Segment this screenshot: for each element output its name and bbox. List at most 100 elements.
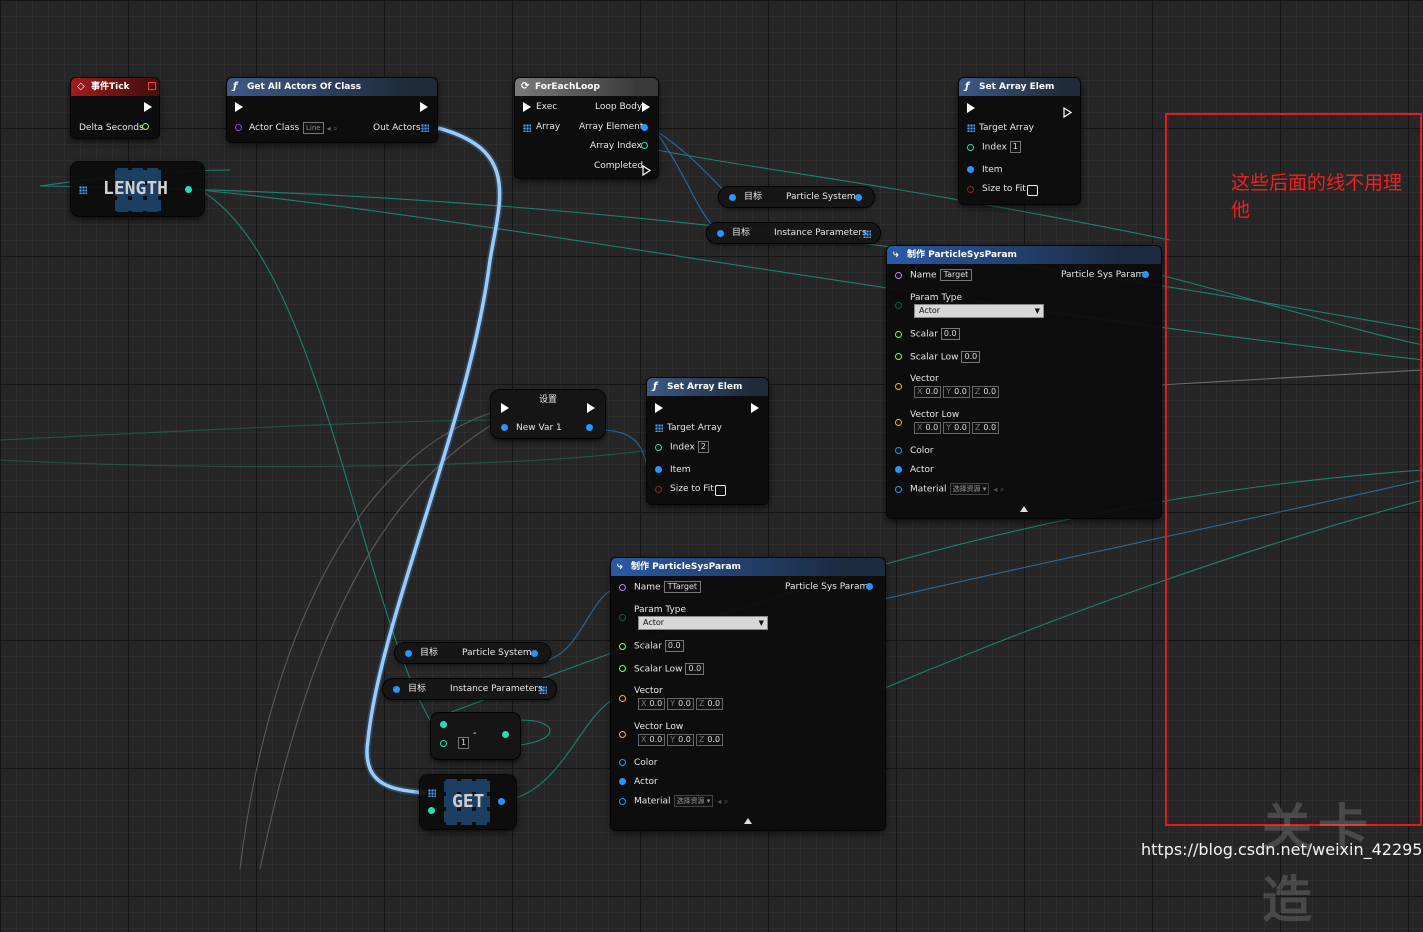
size-to-fit-checkbox[interactable] (1027, 185, 1038, 196)
instance-parameters-out-pin[interactable] (539, 686, 547, 694)
particle-sys-param-out-pin[interactable] (1142, 271, 1149, 278)
name-input[interactable]: TTarget (663, 581, 702, 593)
vector-low-pin[interactable] (895, 419, 902, 426)
length-in-pin[interactable] (79, 186, 87, 194)
material-pin[interactable] (895, 486, 902, 493)
target-in-pin[interactable] (393, 686, 400, 693)
get-node[interactable]: GET (420, 775, 516, 829)
subtract-b-value[interactable]: 1 (458, 737, 470, 749)
index-input[interactable]: 2 (697, 441, 709, 453)
length-out-pin[interactable] (185, 186, 192, 193)
index-pin[interactable] (655, 444, 662, 451)
vector-low-x-input[interactable]: X 0.0 (638, 734, 666, 746)
set-array-elem-mid-node[interactable]: ƒ Set Array Elem Target Array Index 2 Item… (647, 378, 768, 504)
exec-out-pin[interactable] (1063, 103, 1073, 119)
size-to-fit-pin[interactable] (655, 486, 662, 493)
scalar-low-pin[interactable] (895, 353, 902, 360)
particle-system-out-pin[interactable] (531, 650, 538, 657)
vector-low-z-input[interactable]: Z 0.0 (971, 422, 1000, 434)
subtract-node[interactable]: 1 - (431, 713, 520, 759)
subtract-out-pin[interactable] (502, 731, 509, 738)
completed-pin[interactable] (642, 161, 652, 177)
instance-parameters-out-pin[interactable] (863, 230, 871, 238)
target-in-pin[interactable] (405, 650, 412, 657)
particle-system-out-pin[interactable] (855, 194, 862, 201)
particle-sys-param-out-pin[interactable] (866, 583, 873, 590)
collapse-arrow-icon[interactable] (744, 818, 752, 824)
vector-low-z-input[interactable]: Z 0.0 (695, 734, 724, 746)
actor-pin[interactable] (895, 466, 902, 473)
vector-inputs[interactable]: X 0.0 Y 0.0 Z 0.0 (638, 698, 725, 710)
array-pin[interactable] (523, 124, 531, 132)
arrow-icon[interactable]: ◂ ⌕ (327, 124, 338, 133)
delta-seconds-pin[interactable] (142, 123, 149, 130)
exec-in-pin[interactable] (501, 403, 509, 413)
scalar-pin[interactable] (895, 331, 902, 338)
vector-pin[interactable] (619, 695, 626, 702)
array-index-pin[interactable] (641, 142, 648, 149)
target-array-pin[interactable] (655, 424, 663, 432)
scalar-pin[interactable] (619, 643, 626, 650)
vector-low-y-input[interactable]: Y 0.0 (943, 422, 970, 434)
param-type-pin[interactable] (619, 614, 626, 621)
new-var-out-pin[interactable] (586, 424, 593, 431)
vector-z-input[interactable]: Z 0.0 (971, 386, 1000, 398)
delegate-pin-icon[interactable] (148, 82, 156, 90)
exec-out-pin[interactable] (144, 102, 152, 112)
make-particle-sys-param-bottom-node[interactable]: ⤷ 制作 ParticleSysParam Name TTarget Particl… (611, 558, 885, 830)
name-pin[interactable] (619, 584, 626, 591)
asset-arrows-icon[interactable]: ◂ ⌕ (717, 797, 728, 806)
length-node[interactable]: LENGTH (71, 162, 204, 216)
instance-parameters-getter-top[interactable]: 目标 Instance Parameters (707, 223, 880, 243)
vector-low-x-input[interactable]: X 0.0 (914, 422, 942, 434)
item-pin[interactable] (655, 466, 662, 473)
vector-low-y-input[interactable]: Y 0.0 (667, 734, 694, 746)
exec-out-pin[interactable] (420, 102, 428, 112)
exec-out-pin[interactable] (587, 403, 595, 413)
exec-in-pin[interactable] (523, 102, 531, 112)
material-dropdown[interactable]: 选择资源 ▾ (949, 483, 990, 495)
vector-low-pin[interactable] (619, 731, 626, 738)
scalar-input[interactable]: 0.0 (940, 328, 960, 340)
array-element-pin[interactable] (641, 124, 648, 131)
actor-class-value[interactable]: Line ◂ ⌕ (300, 122, 338, 135)
subtract-b-input[interactable]: 1 (455, 737, 470, 750)
scalar-input[interactable]: 0.0 (664, 640, 684, 652)
material-pin[interactable] (619, 798, 626, 805)
get-array-pin[interactable] (428, 789, 436, 797)
set-array-elem-top-node[interactable]: ƒ Set Array Elem Target Array Index 1 Item… (959, 78, 1080, 204)
actor-class-pin[interactable] (235, 124, 242, 131)
scalar-low-pin[interactable] (619, 665, 626, 672)
get-all-actors-node[interactable]: ƒ Get All Actors Of Class Actor Class Lin… (227, 78, 437, 142)
target-in-pin[interactable] (717, 230, 724, 237)
actor-class-dropdown[interactable]: Line (303, 122, 324, 134)
exec-in-pin[interactable] (655, 403, 663, 413)
param-type-dropdown[interactable]: Actor (638, 616, 768, 630)
index-input[interactable]: 1 (1009, 141, 1021, 153)
asset-arrows-icon[interactable]: ◂ ⌕ (993, 485, 1004, 494)
name-pin[interactable] (895, 272, 902, 279)
exec-out-pin[interactable] (751, 403, 759, 413)
param-type-dropdown[interactable]: Actor (914, 304, 1044, 318)
name-input[interactable]: Target (939, 269, 973, 281)
event-tick-node[interactable]: ◇ 事件Tick Delta Seconds (71, 78, 159, 138)
particle-system-getter-top[interactable]: 目标 Particle System (719, 187, 874, 207)
target-array-pin[interactable] (967, 124, 975, 132)
instance-parameters-getter-bottom[interactable]: 目标 Instance Parameters (383, 679, 556, 699)
new-var-in-pin[interactable] (501, 424, 508, 431)
vector-x-input[interactable]: X 0.0 (914, 386, 942, 398)
exec-in-pin[interactable] (967, 103, 975, 113)
index-pin[interactable] (967, 144, 974, 151)
vector-y-input[interactable]: Y 0.0 (667, 698, 694, 710)
make-particle-sys-param-right-node[interactable]: ⤷ 制作 ParticleSysParam Name Target Particle… (887, 246, 1161, 518)
subtract-a-pin[interactable] (440, 721, 447, 728)
size-to-fit-checkbox[interactable] (715, 485, 726, 496)
foreach-loop-node[interactable]: ⟳ ForEachLoop Exec Loop Body Array Array … (515, 78, 658, 178)
vector-inputs[interactable]: X 0.0 Y 0.0 Z 0.0 (914, 386, 1001, 398)
param-type-pin[interactable] (895, 302, 902, 309)
material-dropdown[interactable]: 选择资源 ▾ (673, 795, 714, 807)
scalar-low-input[interactable]: 0.0 (685, 663, 705, 675)
loop-body-pin[interactable] (642, 102, 650, 112)
exec-in-pin[interactable] (235, 102, 243, 112)
vector-y-input[interactable]: Y 0.0 (943, 386, 970, 398)
